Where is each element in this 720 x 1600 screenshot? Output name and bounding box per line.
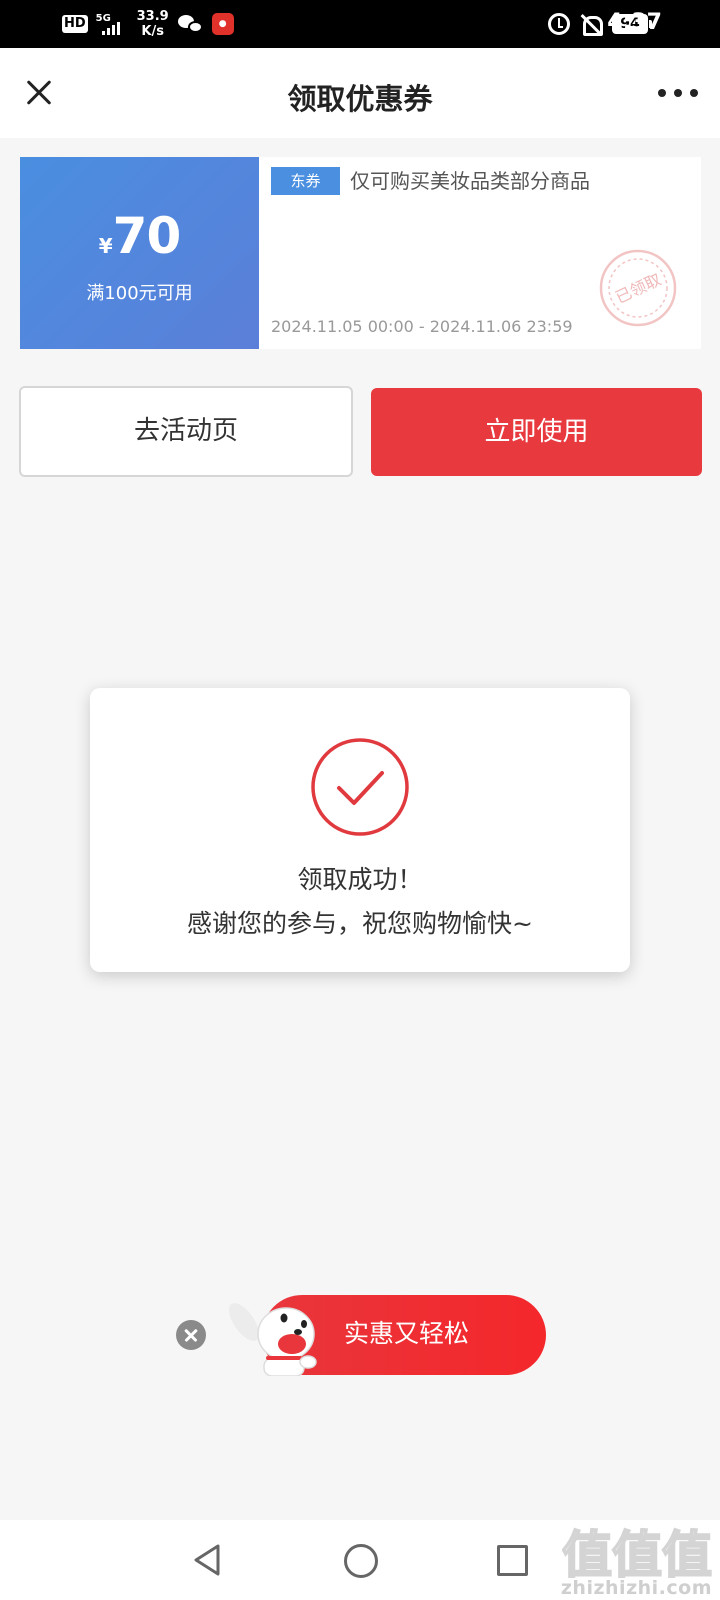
coupon-amount: 70 <box>112 207 182 265</box>
wechat-icon <box>177 13 204 35</box>
home-circle-icon[interactable] <box>344 1544 378 1578</box>
claimed-stamp-icon: 已领取 <box>599 249 677 327</box>
status-time: 4:37 <box>607 10 662 35</box>
watermark-logo-text: 值值值 <box>562 1526 712 1584</box>
use-now-button[interactable]: 立即使用 <box>371 388 702 476</box>
watermark-site: zhizhizhi.com <box>560 1577 712 1599</box>
network-speed-value: 33.9 <box>136 9 169 24</box>
coupon-currency: ¥ <box>98 234 113 258</box>
coupon-type-tag: 东券 <box>271 167 340 195</box>
success-message: 感谢您的参与，祝您购物愉快~ <box>187 909 533 938</box>
signal-icon: 5G <box>96 11 128 37</box>
coupon-card: ¥70 满100元可用 东券 仅可购买美妆品类部分商品 2024.11.05 0… <box>20 157 701 349</box>
success-title: 领取成功！ <box>297 865 423 894</box>
claimed-stamp-text: 已领取 <box>612 270 664 308</box>
nav-bar: 领取优惠券 <box>0 48 720 138</box>
go-to-activity-button[interactable]: 去活动页 <box>19 386 353 477</box>
alarm-icon <box>548 13 570 35</box>
success-check-icon <box>311 738 409 836</box>
status-left-group: HD 5G 33.9 K/s ● <box>62 6 234 42</box>
coupon-amount-row: ¥70 <box>20 207 259 265</box>
network-speed: 33.9 K/s <box>136 9 170 39</box>
bell-muted-icon <box>580 13 603 36</box>
coupon-value-panel: ¥70 满100元可用 <box>20 157 259 349</box>
status-bar: HD 5G 33.9 K/s ● 94 4:37 <box>0 0 720 48</box>
page-title: 领取优惠券 <box>287 82 433 116</box>
back-triangle-icon[interactable] <box>190 1542 226 1578</box>
coupon-description: 仅可购买美妆品类部分商品 <box>350 169 590 193</box>
coupon-condition: 满100元可用 <box>86 283 193 304</box>
hd-badge: HD <box>62 15 88 33</box>
success-dialog: 领取成功！ 感谢您的参与，祝您购物愉快~ <box>90 688 630 972</box>
promo-close-icon[interactable] <box>176 1320 206 1350</box>
recents-square-icon[interactable] <box>497 1545 528 1576</box>
watermark-logo: 值值值 <box>562 1525 712 1584</box>
coupon-validity: 2024.11.05 00:00 - 2024.11.06 23:59 <box>271 317 573 336</box>
network-speed-unit: K/s <box>141 24 164 39</box>
more-options-icon[interactable] <box>658 86 698 100</box>
app-notification-icon: ● <box>211 13 234 35</box>
promo-label[interactable]: 实惠又轻松 <box>344 1314 469 1350</box>
dog-mascot-icon <box>228 1303 317 1376</box>
